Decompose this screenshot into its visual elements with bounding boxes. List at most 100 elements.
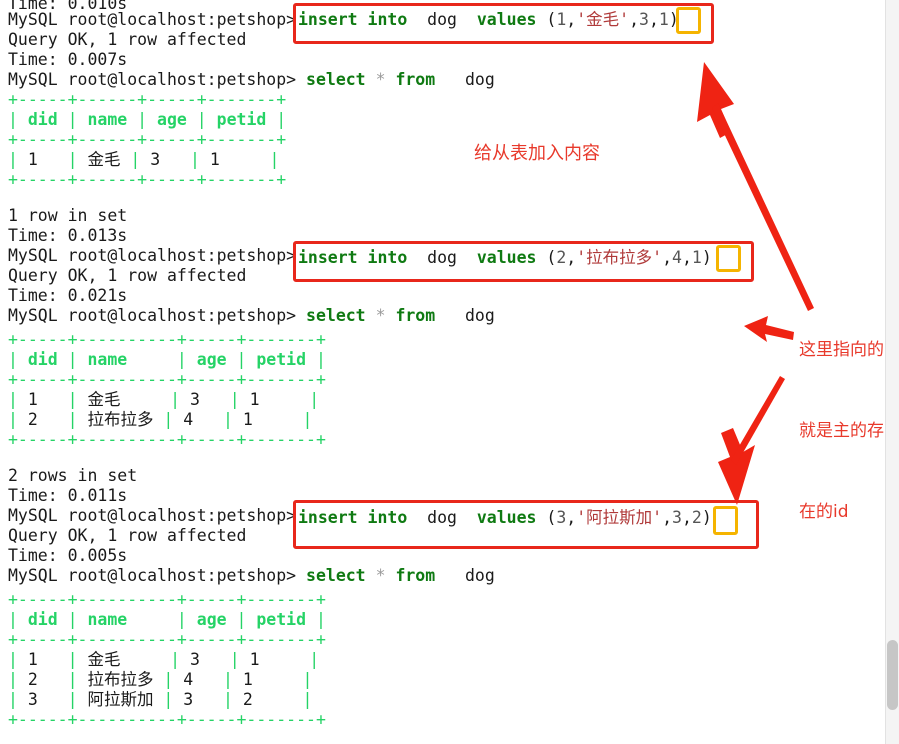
- terminal-line: Time: 0.013s: [8, 226, 127, 246]
- terminal-text: name: [77, 610, 177, 629]
- sql-token: ,: [566, 248, 577, 267]
- terminal-text: age: [186, 610, 237, 629]
- terminal-line: MySQL root@localhost:petshop> select * f…: [8, 566, 495, 586]
- terminal-text: |: [223, 690, 233, 709]
- terminal-text: |: [67, 110, 78, 129]
- terminal-line: | 2 | 拉布拉多 | 4 | 1 |: [8, 670, 312, 690]
- terminal-text: |: [269, 150, 280, 169]
- sql-token: ,: [629, 10, 639, 29]
- terminal-text: MySQL root@localhost:petshop>: [8, 566, 307, 585]
- sql-token: '拉布拉多': [576, 248, 663, 267]
- sql-token: '金毛': [576, 10, 630, 29]
- terminal-text: 1: [17, 150, 68, 169]
- terminal-text: Time: 0.011s: [8, 486, 128, 505]
- sql-token: dog: [407, 10, 477, 29]
- terminal-line: +-----+----------+-----+-------+: [8, 430, 326, 450]
- terminal-text: +-----+------+-----+-------+: [8, 130, 287, 149]
- terminal-text: dog: [435, 566, 495, 585]
- terminal-text: |: [190, 150, 200, 169]
- terminal-text: Time: 0.005s: [8, 546, 128, 565]
- terminal-text: |: [315, 350, 326, 369]
- sql-token: 3: [639, 10, 649, 29]
- terminal-text: |: [67, 410, 78, 429]
- terminal-text: |: [67, 670, 78, 689]
- terminal-text: +-----+----------+-----+-------+: [8, 630, 326, 649]
- terminal-text: |: [67, 690, 78, 709]
- sql-command-insert-1[interactable]: insert into dog values (1,'金毛',3,1): [298, 10, 679, 30]
- terminal-text: |: [236, 610, 247, 629]
- terminal-text: Time: 0.021s: [8, 286, 128, 305]
- terminal-text: |: [236, 350, 247, 369]
- sql-token: dog: [407, 508, 477, 527]
- terminal-line: +-----+------+-----+-------+: [8, 90, 286, 110]
- vertical-scrollbar-track[interactable]: [885, 0, 899, 744]
- terminal-text: MySQL root@localhost:petshop>: [8, 10, 297, 29]
- terminal-text: |: [137, 110, 148, 129]
- terminal-text: 金毛: [77, 390, 171, 409]
- sql-token: dog: [407, 248, 477, 267]
- terminal-text: |: [8, 610, 18, 629]
- terminal-text: MySQL root@localhost:petshop>: [8, 246, 297, 265]
- terminal-line: +-----+------+-----+-------+: [8, 130, 286, 150]
- terminal-text: 3: [140, 150, 191, 169]
- terminal-text: |: [309, 390, 320, 409]
- terminal-text: 3: [180, 390, 230, 409]
- terminal-text: 1: [239, 390, 310, 409]
- terminal-line: MySQL root@localhost:petshop>: [8, 506, 296, 526]
- sql-token: ): [701, 508, 712, 527]
- terminal-line: +-----+----------+-----+-------+: [8, 710, 326, 730]
- terminal-text: +-----+----------+-----+-------+: [8, 710, 326, 729]
- terminal-text: |: [8, 150, 18, 169]
- sql-token: 1: [658, 10, 669, 29]
- terminal-text: |: [276, 110, 287, 129]
- sql-token: values: [476, 508, 537, 527]
- sql-token: 4: [672, 248, 682, 267]
- terminal-line: +-----+------+-----+-------+: [8, 170, 286, 190]
- terminal-text: |: [67, 390, 78, 409]
- terminal-line: | did | name | age | petid |: [8, 110, 286, 130]
- sql-token: ,: [648, 10, 659, 29]
- sql-token: (: [536, 248, 557, 267]
- terminal-line: | 3 | 阿拉斯加 | 3 | 2 |: [8, 690, 312, 710]
- terminal-text: |: [130, 150, 141, 169]
- sql-token: 3: [672, 508, 682, 527]
- sql-token: ,: [681, 248, 692, 267]
- terminal-text: +-----+----------+-----+-------+: [8, 590, 326, 609]
- terminal-text: age: [186, 350, 237, 369]
- terminal-line: | 2 | 拉布拉多 | 4 | 1 |: [8, 410, 312, 430]
- terminal-text: MySQL root@localhost:petshop>: [8, 70, 307, 89]
- terminal-text: |: [67, 150, 78, 169]
- terminal-text: 4: [173, 410, 224, 429]
- terminal-line: Query OK, 1 row affected: [8, 266, 246, 286]
- sql-token: '阿拉斯加': [576, 508, 663, 527]
- terminal-output: Time: 0.010s MySQL root@localhost:petshop…: [0, 0, 899, 744]
- annotation-note-main: 给从表加入内容: [474, 143, 600, 164]
- terminal-text: *: [375, 566, 386, 585]
- terminal-line: +-----+----------+-----+-------+: [8, 630, 326, 650]
- terminal-text: 拉布拉多: [77, 410, 164, 429]
- terminal-text: from: [395, 306, 436, 325]
- terminal-text: *: [375, 306, 386, 325]
- terminal-text: |: [8, 390, 18, 409]
- terminal-text: |: [309, 650, 320, 669]
- sql-command-insert-3[interactable]: insert into dog values (3,'阿拉斯加',3,2): [298, 508, 712, 528]
- vertical-scrollbar-thumb[interactable]: [887, 640, 898, 710]
- sql-command-insert-2[interactable]: insert into dog values (2,'拉布拉多',4,1): [298, 248, 712, 268]
- terminal-line: | did | name | age | petid |: [8, 350, 326, 370]
- terminal-line: +-----+----------+-----+-------+: [8, 590, 326, 610]
- terminal-text: |: [163, 670, 174, 689]
- terminal-text: |: [8, 670, 18, 689]
- terminal-text: +-----+------+-----+-------+: [8, 170, 287, 189]
- terminal-line: MySQL root@localhost:petshop> select * f…: [8, 70, 495, 90]
- terminal-text: select: [306, 306, 366, 325]
- terminal-text: |: [315, 610, 326, 629]
- sql-token: 2: [556, 248, 567, 267]
- sql-token: ,: [566, 10, 577, 29]
- sql-token: ,: [681, 508, 692, 527]
- terminal-screenshot: Time: 0.010s MySQL root@localhost:petshop…: [0, 0, 899, 744]
- annotation-note-side: 这里指向的 就是主的存 在的id: [799, 283, 884, 580]
